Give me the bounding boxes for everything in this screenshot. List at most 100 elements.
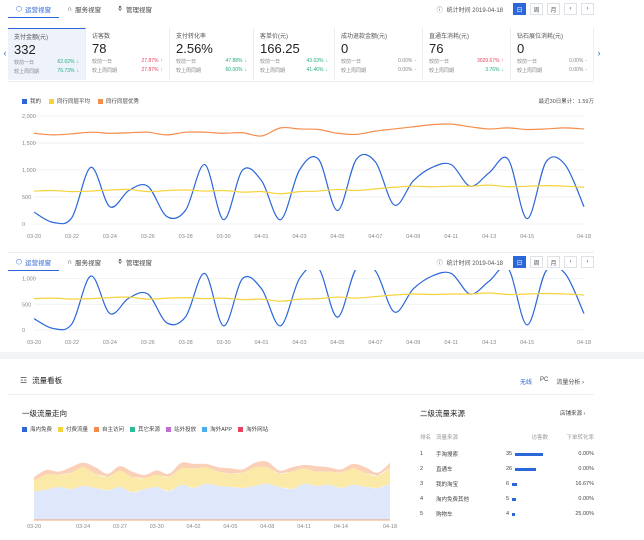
legend-item-mine[interactable]: 我的 <box>22 97 41 105</box>
tab-service[interactable]: ∩ 服务视窗 <box>59 253 109 271</box>
x-tick-label: 04-18 <box>577 234 591 240</box>
kpi-trend-arrow-icon: ↓ <box>76 59 80 65</box>
tab-operations[interactable]: ⬡ 运营视窗 <box>8 253 60 271</box>
divider <box>8 394 594 395</box>
kpi-value: 166.25 <box>260 41 300 56</box>
table-row[interactable]: 2 直通车 26 0.00% <box>420 462 594 476</box>
legend-label: 站外投放 <box>174 427 197 433</box>
kpi-compare-value: 41.46% <box>306 67 324 73</box>
x-tick-label: 04-15 <box>520 234 534 240</box>
prev-period-button[interactable]: ‹ <box>564 256 577 268</box>
kpi-card[interactable]: 支付转化率 2.56% 较前一日 47.88% ↓ 较上周同期 60.00% ↓ <box>170 28 254 80</box>
kpi-card[interactable]: 访客数 78 较前一日 27.87% ↑ 较上周同期 27.87% ↑ <box>86 28 170 80</box>
divider <box>8 81 594 82</box>
stat-time-label: 统计时间 2019-04-18 <box>446 260 503 267</box>
tab-management[interactable]: ⚱ 管理视窗 <box>109 0 160 18</box>
kpi-value: 0 <box>341 41 349 56</box>
kpi-card[interactable]: 钻石展位消耗(元) 0 较前一日 0.00% - 较上周同期 0.00% - <box>511 28 594 80</box>
x-tick-label: 04-09 <box>406 234 420 240</box>
kpi-compare-label: 较上周同期 <box>341 68 367 74</box>
tab-service-label: 服务视窗 <box>75 7 102 14</box>
series-line-2[interactable] <box>33 123 585 137</box>
kpi-compare-row: 较前一日 62.02% ↓ <box>14 59 79 66</box>
series-line-0[interactable] <box>33 270 585 331</box>
traffic-legend-item[interactable]: 淘外网站 <box>238 425 268 433</box>
top-tab-bar-duplicate: ⬡ 运营视窗 ∩ 服务视窗 ⚱ 管理视窗 ⓘ 统计时间 2019-04-18 日… <box>8 253 594 271</box>
range-week-button[interactable]: 周 <box>530 3 543 15</box>
rate-cell: 25.00% <box>575 511 594 517</box>
kpi-card[interactable]: 支付金额(元) 332 较前一日 62.02% ↓ 较上周同期 76.73% ↓ <box>8 28 86 80</box>
x-tick-label: 04-18 <box>383 524 397 530</box>
tab-management[interactable]: ⚱ 管理视窗 <box>109 253 160 271</box>
y-tick-label: 1,500 <box>22 141 36 147</box>
traffic-legend-item[interactable]: 付费流量 <box>58 425 88 433</box>
x-tick-label: 03-26 <box>141 340 155 346</box>
next-period-button[interactable]: › <box>581 256 594 268</box>
traffic-analysis-link[interactable]: 流量分析 › <box>556 377 584 386</box>
legend-item-peer-excellent[interactable]: 同行同层优秀 <box>98 97 139 105</box>
range-day-button[interactable]: 日 <box>513 3 526 15</box>
kpi-compare-value: 76.73% <box>57 68 75 74</box>
rate-cell: 0.00% <box>578 496 594 502</box>
source-cell[interactable]: 我的淘宝 <box>436 480 506 488</box>
y-tick-label: 0 <box>22 328 25 334</box>
series-line-1[interactable] <box>33 292 585 302</box>
kpi-trend-arrow-icon: ↑ <box>160 67 164 73</box>
x-tick-label: 03-22 <box>65 340 79 346</box>
x-tick-label: 03-30 <box>217 340 231 346</box>
source-cell[interactable]: 淘内免费其他 <box>436 495 506 503</box>
tab-service[interactable]: ∩ 服务视窗 <box>59 0 109 18</box>
kpi-trend-arrow-icon: ↑ <box>501 58 505 64</box>
legend-label: 其它来源 <box>138 427 161 433</box>
pc-option[interactable]: PC <box>540 377 548 386</box>
x-tick-label: 03-28 <box>179 234 193 240</box>
range-week-button[interactable]: 周 <box>530 256 543 268</box>
table-row[interactable]: 1 手淘搜索 35 0.00% <box>420 447 594 461</box>
series-line-1[interactable] <box>33 184 585 195</box>
traffic-legend-item[interactable]: 淘外APP <box>202 425 232 433</box>
traffic-legend-item[interactable]: 海内免费 <box>22 425 52 433</box>
prev-period-button[interactable]: ‹ <box>564 3 577 15</box>
traffic-area-chart: 03-20 03-24 03-27 03-30 04-02 04-05 04-08 04-11… <box>27 461 397 530</box>
next-period-button[interactable]: › <box>581 3 594 15</box>
kpi-next-arrow-icon[interactable]: › <box>594 46 604 60</box>
chart-icon: ☲ <box>20 376 28 385</box>
range-month-button[interactable]: 月 <box>547 256 560 268</box>
traffic-board-options: 无线 PC 流量分析 › <box>520 377 584 386</box>
shop-source-link[interactable]: 店铺来源 › <box>560 409 585 417</box>
table-row[interactable]: 5 购物车 4 25.00% <box>420 507 594 521</box>
y-tick-label: 1,000 <box>22 168 36 174</box>
range-day-button[interactable]: 日 <box>513 256 526 268</box>
traffic-legend-item[interactable]: 自主访问 <box>94 425 124 433</box>
source-cell[interactable]: 手淘搜索 <box>436 450 506 458</box>
tab-operations[interactable]: ⬡ 运营视窗 <box>8 0 60 18</box>
rank-cell: 3 <box>420 481 424 487</box>
kpi-compare-value: 0.00% <box>569 58 584 64</box>
x-tick-label: 03-28 <box>179 340 193 346</box>
area-series-0[interactable] <box>34 483 390 520</box>
x-tick-label: 04-14 <box>334 524 348 530</box>
flask-icon: ⚱ <box>117 6 124 13</box>
legend-item-peer-average[interactable]: 同行同层平均 <box>49 97 90 105</box>
legend-swatch <box>22 426 27 432</box>
kpi-card[interactable]: 客单价(元) 166.25 较前一日 43.03% ↓ 较上周同期 41.46% ↓ <box>254 28 335 80</box>
table-row[interactable]: 3 我的淘宝 6 16.67% <box>420 477 594 491</box>
traffic-legend-item[interactable]: 其它来源 <box>130 425 160 433</box>
kpi-compare-row: 较前一日 27.87% ↑ <box>92 58 163 65</box>
source-cell[interactable]: 直通车 <box>436 465 506 473</box>
kpi-card[interactable]: 直通车消耗(元) 76 较前一日 3029.67% ↑ 较上周同期 3.76% ↓ <box>423 28 511 80</box>
kpi-value: 2.56% <box>176 41 213 56</box>
traffic-legend: 海内免费 付费流量 自主访问 其它来源 站外投放 淘外APP 淘外网站 <box>22 425 268 433</box>
shield-icon: ⬡ <box>16 5 23 13</box>
traffic-legend-item[interactable]: 站外投放 <box>166 425 196 433</box>
wireless-option[interactable]: 无线 <box>520 377 532 386</box>
kpi-card[interactable]: 成功退款金额(元) 0 较前一日 0.00% - 较上周同期 0.00% - <box>335 28 423 80</box>
kpi-trend-arrow-icon: ↓ <box>244 58 248 64</box>
table-row[interactable]: 4 淘内免费其他 5 0.00% <box>420 492 594 506</box>
source-cell[interactable]: 购物车 <box>436 510 506 518</box>
kpi-title: 客单价(元) <box>260 34 288 40</box>
trend-line-chart-cropped: 1,000 500 003-20 03-22 03-24 03-26 03-28 03-30 0… <box>22 270 591 346</box>
kpi-compare-label: 较前一日 <box>14 60 35 66</box>
range-month-button[interactable]: 月 <box>547 3 560 15</box>
visitors-cell: 35 <box>506 451 548 457</box>
